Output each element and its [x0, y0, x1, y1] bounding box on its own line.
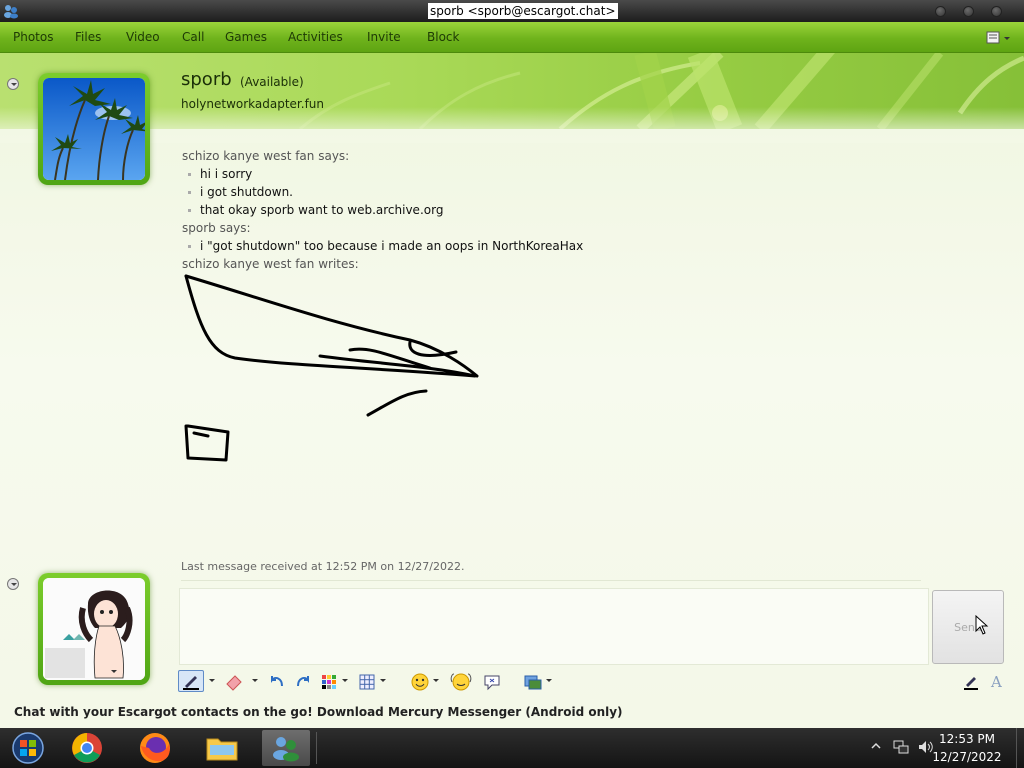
divider — [181, 580, 921, 581]
taskbar: 12:53 PM 12/27/2022 — [0, 728, 1024, 768]
own-avatar[interactable] — [38, 573, 150, 685]
grid-icon[interactable] — [358, 670, 376, 692]
palm-trees-image — [43, 78, 145, 180]
collapse-contact-icon[interactable] — [7, 78, 19, 90]
clock-time[interactable]: 12:53 PM — [932, 732, 1002, 746]
messenger-icon — [273, 737, 299, 762]
color-dropdown-icon[interactable] — [342, 679, 348, 682]
menu-video[interactable]: Video — [126, 22, 160, 53]
message-line: i "got shutdown" too because i made an o… — [182, 237, 982, 255]
emoticon-icon[interactable] — [410, 670, 430, 692]
contact-avatar[interactable] — [38, 73, 150, 185]
contact-status: (Available) — [240, 75, 304, 89]
handwriting-icon[interactable] — [961, 670, 981, 692]
share-icon[interactable] — [523, 670, 543, 692]
wink-icon[interactable] — [448, 670, 474, 692]
share-dropdown-icon[interactable] — [546, 679, 552, 682]
ink-drawing — [184, 274, 479, 462]
network-icon[interactable] — [892, 738, 910, 756]
collapse-self-icon[interactable] — [7, 578, 19, 590]
pen-tool-button[interactable] — [178, 670, 204, 692]
menu-block[interactable]: Block — [427, 22, 459, 53]
menu-invite[interactable]: Invite — [367, 22, 401, 53]
message-sender: sporb says: — [182, 221, 251, 235]
maximize-button[interactable] — [963, 6, 974, 17]
menu-files[interactable]: Files — [75, 22, 101, 53]
svg-text:A: A — [990, 673, 1002, 691]
font-icon[interactable]: A — [987, 670, 1007, 692]
minimize-button[interactable] — [935, 6, 946, 17]
eraser-dropdown-icon[interactable] — [252, 679, 258, 682]
menu-overflow-icon[interactable] — [986, 30, 1012, 46]
messenger-taskbar-button[interactable] — [262, 730, 310, 766]
cartoon-avatar-image — [43, 578, 145, 680]
undo-icon[interactable] — [267, 670, 287, 692]
close-button[interactable] — [991, 6, 1002, 17]
pen-dropdown-icon[interactable] — [209, 679, 215, 682]
mouse-cursor-icon — [975, 615, 989, 635]
color-palette-icon[interactable] — [320, 670, 338, 692]
tray-expand-icon[interactable] — [870, 740, 882, 752]
menu-photos[interactable]: Photos — [13, 22, 53, 53]
bamboo-background — [299, 53, 1024, 129]
clock-date[interactable]: 12/27/2022 — [932, 750, 1002, 764]
message-input[interactable] — [179, 588, 929, 665]
contact-personal-message: holynetworkadapter.fun — [181, 97, 325, 111]
contact-name: sporb — [181, 69, 232, 90]
menu-bar: Photos Files Video Call Games Activities… — [0, 22, 1024, 53]
file-explorer-icon[interactable] — [198, 730, 246, 766]
pen-icon — [183, 676, 199, 690]
conversation-header — [0, 53, 1024, 129]
firefox-icon[interactable] — [131, 730, 179, 766]
show-desktop-button[interactable] — [1016, 728, 1024, 768]
message-sender: schizo kanye west fan says: — [182, 149, 350, 163]
emoticon-dropdown-icon[interactable] — [433, 679, 439, 682]
promo-banner[interactable]: Chat with your Escargot contacts on the … — [14, 705, 623, 719]
title-bar: sporb <sporb@escargot.chat> — [0, 0, 1024, 22]
menu-activities[interactable]: Activities — [288, 22, 343, 53]
send-button[interactable]: Send — [932, 590, 1004, 664]
nudge-icon[interactable] — [482, 670, 502, 692]
chrome-icon[interactable] — [63, 730, 111, 766]
last-message-status: Last message received at 12:52 PM on 12/… — [181, 560, 465, 573]
window-title: sporb <sporb@escargot.chat> — [428, 3, 618, 19]
grid-dropdown-icon[interactable] — [380, 679, 386, 682]
menu-games[interactable]: Games — [225, 22, 267, 53]
menu-call[interactable]: Call — [182, 22, 204, 53]
eraser-icon[interactable] — [223, 670, 245, 692]
start-orb-icon[interactable] — [4, 730, 52, 766]
message-line: that okay sporb want to web.archive.org — [182, 201, 982, 219]
messenger-icon[interactable] — [3, 3, 19, 19]
taskbar-separator — [316, 732, 317, 764]
compose-toolbar: A — [175, 667, 1010, 695]
redo-icon[interactable] — [293, 670, 313, 692]
message-line: hi i sorry — [182, 165, 982, 183]
chat-history: schizo kanye west fan says: hi i sorry i… — [182, 147, 982, 273]
message-line: i got shutdown. — [182, 183, 982, 201]
